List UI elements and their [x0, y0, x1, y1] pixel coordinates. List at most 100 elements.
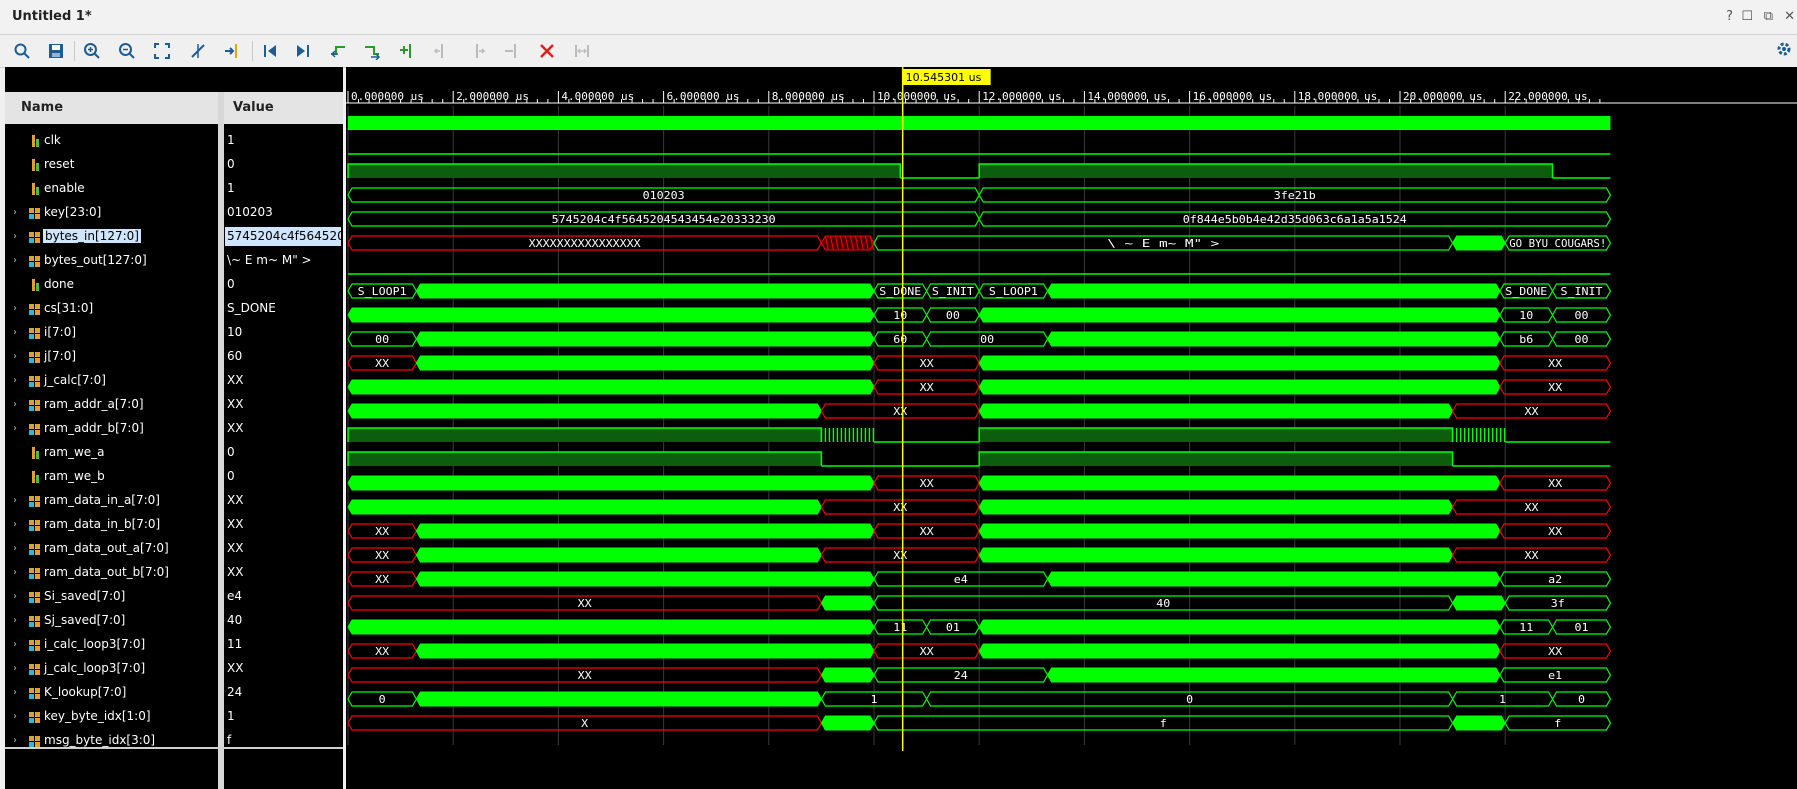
signal-row[interactable]: enable 1	[5, 177, 343, 201]
signal-row[interactable]: ram_we_b 0	[5, 465, 343, 489]
signal-row[interactable]: › ram_data_in_b[7:0] XX	[5, 513, 343, 537]
signal-name[interactable]: done	[44, 277, 74, 291]
expand-chevron-icon[interactable]: ›	[13, 254, 27, 268]
signal-name[interactable]: clk	[44, 133, 61, 147]
expand-chevron-icon[interactable]: ›	[13, 686, 27, 700]
signal-row[interactable]: › Sj_saved[7:0] 40	[5, 609, 343, 633]
signal-row[interactable]: › bytes_in[127:0] 5745204c4f5645204	[5, 225, 343, 249]
previous-transition-icon[interactable]	[326, 39, 350, 63]
expand-chevron-icon[interactable]: ›	[13, 614, 27, 628]
signal-row[interactable]: › ram_addr_a[7:0] XX	[5, 393, 343, 417]
go-to-end-icon[interactable]	[291, 39, 315, 63]
expand-chevron-icon[interactable]: ›	[13, 230, 27, 244]
signal-name[interactable]: ram_we_b	[44, 469, 105, 483]
signal-row[interactable]: › ram_addr_b[7:0] XX	[5, 417, 343, 441]
next-marker-icon[interactable]	[465, 39, 489, 63]
zoom-in-icon[interactable]	[80, 39, 104, 63]
signal-name[interactable]: K_lookup[7:0]	[44, 685, 126, 699]
signal-row[interactable]: › ram_data_out_a[7:0] XX	[5, 537, 343, 561]
signal-name[interactable]: ram_addr_a[7:0]	[44, 397, 144, 411]
signal-row[interactable]: › key[23:0] 010203	[5, 201, 343, 225]
signal-row[interactable]: › j_calc[7:0] XX	[5, 369, 343, 393]
signal-name[interactable]: reset	[44, 157, 74, 171]
signal-value: 10	[227, 325, 243, 339]
signal-row[interactable]: › j_calc_loop3[7:0] XX	[5, 657, 343, 681]
signal-row[interactable]: › msg_byte_idx[3:0] f	[5, 729, 343, 753]
zoom-fit-icon[interactable]	[150, 39, 174, 63]
signal-row[interactable]: › K_lookup[7:0] 24	[5, 681, 343, 705]
save-icon[interactable]	[44, 39, 68, 63]
signal-name[interactable]: j_calc_loop3[7:0]	[44, 661, 145, 675]
signal-name[interactable]: ram_data_in_a[7:0]	[44, 493, 160, 507]
settings-gear-icon[interactable]	[1775, 40, 1793, 62]
expand-chevron-icon[interactable]: ›	[13, 206, 27, 220]
expand-chevron-icon[interactable]: ›	[13, 590, 27, 604]
signal-name[interactable]: Sj_saved[7:0]	[44, 613, 125, 627]
signal-row[interactable]: › i[7:0] 10	[5, 321, 343, 345]
maximize-icon[interactable]: ☐	[1741, 9, 1753, 24]
expand-chevron-icon[interactable]: ›	[13, 662, 27, 676]
expand-chevron-icon[interactable]: ›	[13, 494, 27, 508]
signal-name[interactable]: Si_saved[7:0]	[44, 589, 125, 603]
expand-chevron-icon[interactable]: ›	[13, 302, 27, 316]
expand-chevron-icon[interactable]: ›	[13, 734, 27, 748]
zoom-out-icon[interactable]	[115, 39, 139, 63]
snap-icon[interactable]	[570, 39, 594, 63]
signal-name[interactable]: i[7:0]	[44, 325, 76, 339]
expand-chevron-icon[interactable]: ›	[13, 566, 27, 580]
signal-row[interactable]: › bytes_out[127:0] \~ E m~ M" >	[5, 249, 343, 273]
signal-row[interactable]: › key_byte_idx[1:0] 1	[5, 705, 343, 729]
signal-name[interactable]: enable	[44, 181, 85, 195]
signal-row[interactable]: › ram_data_in_a[7:0] XX	[5, 489, 343, 513]
signal-row[interactable]: › ram_data_out_b[7:0] XX	[5, 561, 343, 585]
signal-row[interactable]: › i_calc_loop3[7:0] 11	[5, 633, 343, 657]
signal-name[interactable]: key_byte_idx[1:0]	[44, 709, 151, 723]
cursor-to-zero-icon[interactable]	[186, 39, 210, 63]
signal-row[interactable]: ram_we_a 0	[5, 441, 343, 465]
signal-row[interactable]: done 0	[5, 273, 343, 297]
signal-name[interactable]: bytes_in[127:0]	[43, 229, 141, 243]
signal-name[interactable]: j[7:0]	[44, 349, 76, 363]
close-window-icon[interactable]: ✕	[1784, 9, 1795, 24]
value-column-header[interactable]: Value	[219, 92, 343, 124]
previous-marker-icon[interactable]	[430, 39, 454, 63]
swap-markers-icon[interactable]	[500, 39, 524, 63]
signal-row[interactable]: › Si_saved[7:0] e4	[5, 585, 343, 609]
signal-name[interactable]: ram_data_in_b[7:0]	[44, 517, 160, 531]
next-transition-icon[interactable]	[360, 39, 384, 63]
signal-name[interactable]: ram_data_out_a[7:0]	[44, 541, 169, 555]
expand-chevron-icon[interactable]: ›	[13, 350, 27, 364]
waveform-viewer[interactable]: 0.000000 us 2.000000 us 4.000000 us 6.00000…	[346, 67, 1797, 789]
expand-chevron-icon[interactable]: ›	[13, 398, 27, 412]
swap-cursors-icon[interactable]	[220, 39, 244, 63]
delete-marker-icon[interactable]	[535, 39, 559, 63]
help-icon[interactable]: ?	[1726, 9, 1733, 24]
signal-name[interactable]: msg_byte_idx[3:0]	[44, 733, 155, 747]
expand-chevron-icon[interactable]: ›	[13, 374, 27, 388]
float-icon[interactable]: ⧉	[1764, 9, 1773, 24]
expand-chevron-icon[interactable]: ›	[13, 638, 27, 652]
signal-row[interactable]: › cs[31:0] S_DONE	[5, 297, 343, 321]
expand-chevron-icon[interactable]: ›	[13, 326, 27, 340]
search-icon[interactable]	[10, 39, 34, 63]
name-column-header[interactable]: Name	[5, 92, 218, 124]
expand-chevron-icon[interactable]: ›	[13, 422, 27, 436]
waveform-canvas[interactable]: 0.000000 us 2.000000 us 4.000000 us 6.00000…	[346, 67, 1797, 789]
signal-name[interactable]: j_calc[7:0]	[44, 373, 106, 387]
signal-name[interactable]: ram_we_a	[44, 445, 105, 459]
expand-chevron-icon[interactable]: ›	[13, 542, 27, 556]
signal-name[interactable]: ram_addr_b[7:0]	[44, 421, 144, 435]
signal-name[interactable]: i_calc_loop3[7:0]	[44, 637, 145, 651]
timeline-tick-label: 12.000000 us	[982, 90, 1061, 103]
expand-chevron-icon[interactable]: ›	[13, 518, 27, 532]
signal-name[interactable]: key[23:0]	[44, 205, 101, 219]
signal-row[interactable]: › j[7:0] 60	[5, 345, 343, 369]
expand-chevron-icon[interactable]: ›	[13, 710, 27, 724]
signal-name[interactable]: bytes_out[127:0]	[44, 253, 147, 267]
go-to-start-icon[interactable]	[258, 39, 282, 63]
signal-row[interactable]: clk 1	[5, 129, 343, 153]
add-marker-icon[interactable]	[395, 39, 419, 63]
signal-name[interactable]: ram_data_out_b[7:0]	[44, 565, 169, 579]
signal-row[interactable]: reset 0	[5, 153, 343, 177]
signal-name[interactable]: cs[31:0]	[44, 301, 93, 315]
